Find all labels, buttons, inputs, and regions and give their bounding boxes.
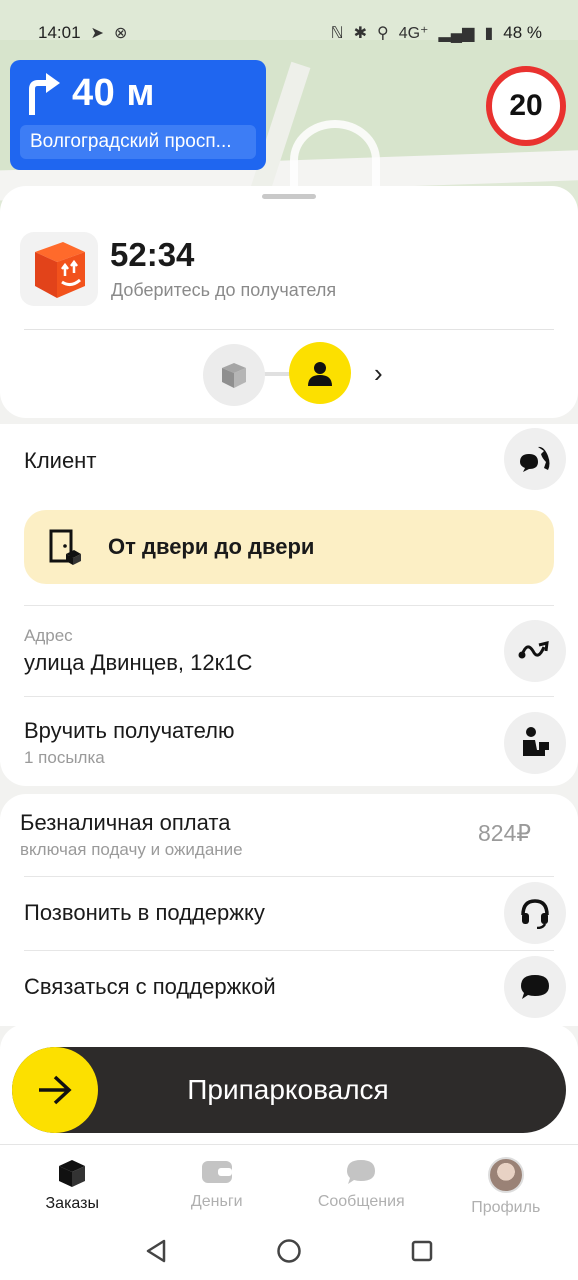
nfc-icon: ℕ xyxy=(330,25,344,42)
tab-label: Заказы xyxy=(45,1195,99,1212)
divider xyxy=(24,876,554,877)
tab-label: Профиль xyxy=(471,1199,541,1216)
step-pickup[interactable] xyxy=(203,344,265,406)
divider xyxy=(24,950,554,951)
handover-person-icon xyxy=(523,727,549,756)
phone-chat-icon xyxy=(520,446,550,472)
divider xyxy=(24,329,554,330)
parked-swipe-button[interactable]: Припарковался xyxy=(12,1047,566,1133)
network-type: 4G⁺ xyxy=(398,25,429,42)
door-delivery-icon xyxy=(49,529,81,565)
status-bar: 14:01 ➤ ⊗ ℕ ✱ ⚲ 4G⁺ ▂▄▆ ▮ 48 % xyxy=(0,0,578,66)
address-caption: Адрес xyxy=(24,626,73,645)
door-to-door-label: От двери до двери xyxy=(108,534,315,559)
box-icon xyxy=(59,1160,86,1187)
avatar xyxy=(487,1157,524,1193)
street-name: Волгоградский просп... xyxy=(20,125,256,159)
order-parcel-badge xyxy=(20,232,98,306)
back-icon[interactable] xyxy=(144,1238,168,1264)
system-navigation-bar xyxy=(0,1222,578,1280)
tab-messages[interactable]: Сообщения xyxy=(289,1145,434,1222)
chat-support-label[interactable]: Связаться с поддержкой xyxy=(24,974,276,1000)
handover-parcel-count: 1 посылка xyxy=(24,748,105,767)
step-recipient[interactable] xyxy=(289,342,351,404)
speed-limit-sign: 20 xyxy=(486,66,566,146)
tab-label: Сообщения xyxy=(317,1193,405,1210)
route-button[interactable] xyxy=(504,620,566,682)
bottom-tab-bar: Заказы Деньги Сообщения Профиль xyxy=(0,1144,578,1222)
box-icon xyxy=(222,363,246,388)
telegram-icon: ➤ xyxy=(90,25,104,42)
tab-label: Деньги xyxy=(190,1193,243,1210)
headset-icon xyxy=(521,899,549,929)
client-label: Клиент xyxy=(24,448,97,473)
handover-button[interactable] xyxy=(504,712,566,774)
location-icon: ⚲ xyxy=(376,25,389,42)
address-value: улица Двинцев, 12к1С xyxy=(24,650,253,675)
order-status-sheet: 52:34 Доберитесь до получателя › xyxy=(0,186,578,418)
divider xyxy=(24,696,554,697)
recent-apps-icon[interactable] xyxy=(410,1239,434,1263)
navigation-instruction-card[interactable]: 40 м Волгоградский просп... xyxy=(10,60,266,170)
payment-method: Безналичная оплата xyxy=(20,810,231,835)
call-client-button[interactable] xyxy=(504,428,566,490)
tab-money[interactable]: Деньги xyxy=(145,1145,290,1222)
delivery-timer: 52:34 xyxy=(110,236,195,273)
tab-profile[interactable]: Профиль xyxy=(434,1145,578,1222)
status-time: 14:01 xyxy=(38,23,81,42)
signal-icon: ▂▄▆ xyxy=(438,25,475,42)
parked-button-label: Припарковался xyxy=(187,1074,389,1105)
battery-level: 48 % xyxy=(503,23,542,42)
call-support-label[interactable]: Позвонить в поддержку xyxy=(24,900,265,926)
payment-support-card: Безналичная оплата включая подачу и ожид… xyxy=(0,794,578,1026)
parcel-box-icon xyxy=(35,242,85,298)
divider xyxy=(24,605,554,606)
battery-icon: ▮ xyxy=(484,25,494,42)
delivery-instruction: Доберитесь до получателя xyxy=(111,280,337,300)
chevron-right-icon[interactable]: › xyxy=(374,358,383,389)
tab-orders[interactable]: Заказы xyxy=(0,1145,145,1222)
route-steps[interactable]: › xyxy=(0,342,578,406)
call-support-button[interactable] xyxy=(504,882,566,944)
payment-note: включая подачу и ожидание xyxy=(20,840,243,859)
drag-handle[interactable] xyxy=(262,194,316,199)
app-notification-icon: ⊗ xyxy=(113,25,128,42)
bluetooth-icon: ✱ xyxy=(353,25,367,42)
order-price: 824₽ xyxy=(478,820,532,846)
route-icon xyxy=(518,641,549,659)
wallet-icon xyxy=(201,1161,232,1183)
chat-bubble-icon xyxy=(521,975,549,999)
order-details-card: Клиент От двери до двери Адрес улица Дви… xyxy=(0,424,578,786)
action-area: Припарковался xyxy=(0,1024,578,1144)
person-icon xyxy=(308,362,332,386)
arrow-right-icon xyxy=(39,1075,72,1105)
handover-label: Вручить получателю xyxy=(24,718,235,743)
turn-distance: 40 м xyxy=(72,72,155,114)
home-icon[interactable] xyxy=(276,1238,302,1264)
chat-bubble-icon xyxy=(347,1160,376,1184)
turn-right-icon xyxy=(29,72,60,115)
swipe-knob[interactable] xyxy=(12,1047,98,1133)
door-to-door-banner[interactable]: От двери до двери xyxy=(24,510,554,584)
chat-support-button[interactable] xyxy=(504,956,566,1018)
